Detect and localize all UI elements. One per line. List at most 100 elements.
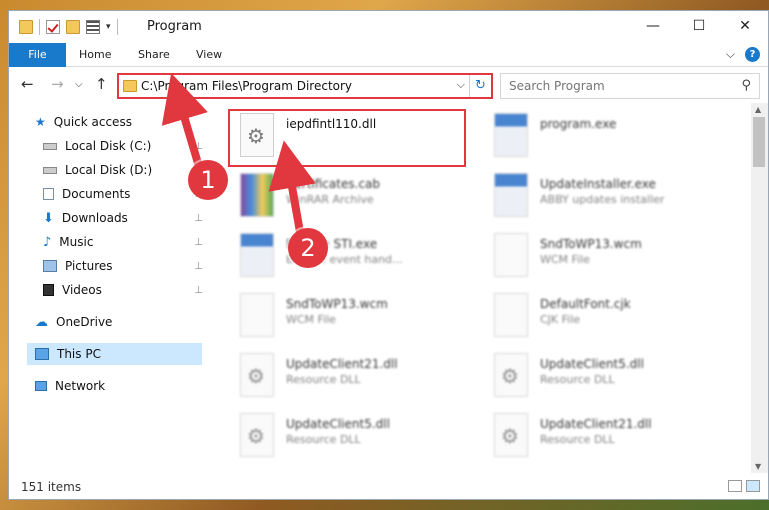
file-item[interactable]: UpdateInstaller.exe ABBY updates install… <box>482 169 722 221</box>
file-icon <box>494 233 528 277</box>
file-name: UpdateClient5.dll <box>286 417 390 431</box>
sidebar-item-downloads[interactable]: ⬇ Downloads ⊥ <box>43 207 205 229</box>
details-view-icon[interactable] <box>728 480 742 492</box>
pin-icon[interactable]: ⊥ <box>194 237 203 248</box>
scrollbar-thumb[interactable] <box>753 117 765 167</box>
file-type: ABBY updates installer <box>540 193 665 206</box>
minimize-button[interactable]: — <box>630 11 676 41</box>
sidebar-item-local-disk-d[interactable]: Local Disk (D:) ⊥ <box>43 159 205 181</box>
scroll-up-icon[interactable]: ▲ <box>755 105 761 114</box>
sidebar-item-label: Music <box>59 235 94 249</box>
rar-icon <box>240 173 274 217</box>
sidebar-item-label: Pictures <box>65 259 113 273</box>
documents-icon <box>43 188 54 200</box>
folder-icon <box>19 20 33 34</box>
properties-check-icon[interactable] <box>46 20 60 34</box>
tab-home[interactable]: Home <box>79 43 111 67</box>
qat-dropdown-icon[interactable]: ▾ <box>106 22 111 32</box>
file-item[interactable]: UpdateClient5.dll Resource DLL <box>482 349 722 401</box>
vertical-scrollbar[interactable]: ▲ ▼ <box>751 103 768 473</box>
search-input[interactable] <box>501 74 721 98</box>
maximize-button[interactable]: ☐ <box>676 11 722 41</box>
file-type: WinRAR Archive <box>286 193 374 206</box>
file-type: WCM File <box>540 253 590 266</box>
exe-icon <box>494 113 528 157</box>
sidebar-item-label: This PC <box>57 347 101 361</box>
pc-icon <box>35 348 49 360</box>
sidebar-item-quick-access[interactable]: ★ Quick access <box>35 111 205 133</box>
tab-file[interactable]: File <box>9 43 66 67</box>
file-name: UpdateClient5.dll <box>540 357 644 371</box>
search-icon[interactable]: ⚲ <box>741 78 751 93</box>
sidebar-item-label: Local Disk (D:) <box>65 163 153 177</box>
file-type: Resource DLL <box>286 373 361 386</box>
star-icon: ★ <box>35 115 46 129</box>
music-icon: ♪ <box>43 234 52 250</box>
close-button[interactable]: ✕ <box>722 11 768 41</box>
quick-access-toolbar: ▾ <box>19 19 118 35</box>
sidebar-item-pictures[interactable]: Pictures ⊥ <box>43 255 205 277</box>
address-path[interactable]: C:\Program Files\Program Directory <box>141 79 352 93</box>
sidebar-item-local-disk-c[interactable]: Local Disk (C:) ⊥ <box>43 135 205 157</box>
onedrive-icon: ☁ <box>35 314 48 330</box>
network-icon <box>35 381 47 391</box>
ribbon-right-controls: ⌵ ? <box>726 47 760 62</box>
file-icon <box>240 293 274 337</box>
file-type: Resource DLL <box>540 433 615 446</box>
search-box[interactable]: ⚲ <box>500 73 760 99</box>
file-type: Resource DLL <box>540 373 615 386</box>
pin-icon[interactable]: ⊥ <box>194 213 203 224</box>
dll-icon <box>240 353 274 397</box>
videos-icon <box>43 284 54 296</box>
file-item[interactable]: program.exe <box>482 109 722 161</box>
refresh-icon[interactable]: ↻ <box>469 75 491 97</box>
target-file-highlight <box>228 109 466 167</box>
file-item[interactable]: SndToWP13.wcm WCM File <box>482 229 722 281</box>
file-item[interactable]: UpdateClient5.dll Resource DLL <box>228 409 468 461</box>
tab-view[interactable]: View <box>196 43 222 67</box>
file-item[interactable]: SndToWP13.wcm WCM File <box>228 289 468 341</box>
sidebar-item-network[interactable]: Network <box>35 375 205 397</box>
view-switcher <box>728 480 760 492</box>
scroll-down-icon[interactable]: ▼ <box>755 462 761 471</box>
sidebar-item-videos[interactable]: Videos ⊥ <box>43 279 205 301</box>
up-arrow-icon[interactable]: ↑ <box>95 75 108 93</box>
navigation-bar: ← → ⌵ ↑ C:\Program Files\Program Directo… <box>9 69 768 101</box>
sidebar-item-onedrive[interactable]: ☁ OneDrive <box>35 311 205 333</box>
file-item[interactable]: UpdateClient21.dll Resource DLL <box>228 349 468 401</box>
large-icons-view-icon[interactable] <box>746 480 760 492</box>
file-item[interactable]: DefaultFont.cjk CJK File <box>482 289 722 341</box>
file-type: CJK File <box>540 313 581 326</box>
new-folder-icon[interactable] <box>66 20 80 34</box>
sidebar-item-music[interactable]: ♪ Music ⊥ <box>43 231 205 253</box>
pin-icon[interactable]: ⊥ <box>194 285 203 296</box>
drive-icon <box>43 166 57 174</box>
file-item[interactable]: UpdateClient21.dll Resource DLL <box>482 409 722 461</box>
sidebar-item-this-pc[interactable]: This PC <box>27 343 202 365</box>
dll-icon <box>240 413 274 457</box>
tab-share[interactable]: Share <box>138 43 170 67</box>
file-name: SndToWP13.wcm <box>540 237 642 251</box>
file-item[interactable]: Certificates.cab WinRAR Archive <box>228 169 468 221</box>
sidebar-item-label: Network <box>55 379 106 393</box>
customize-toolbar-icon[interactable] <box>86 20 100 34</box>
caption-buttons: — ☐ ✕ <box>630 11 768 41</box>
sidebar-item-documents[interactable]: Documents ⊥ <box>43 183 205 205</box>
exe-icon <box>240 233 274 277</box>
expand-ribbon-icon[interactable]: ⌵ <box>726 47 735 62</box>
dll-icon <box>494 413 528 457</box>
drive-icon <box>43 142 57 150</box>
address-dropdown-icon[interactable]: ⌵ <box>457 78 465 92</box>
sidebar-item-label: Quick access <box>53 115 132 129</box>
pin-icon[interactable]: ⊥ <box>194 261 203 272</box>
help-icon[interactable]: ? <box>745 47 760 62</box>
back-arrow-icon[interactable]: ← <box>21 75 34 93</box>
recent-locations-icon[interactable]: ⌵ <box>75 79 83 90</box>
exe-icon <box>494 173 528 217</box>
address-bar[interactable]: C:\Program Files\Program Directory ⌵ ↻ <box>117 73 493 99</box>
forward-arrow-icon[interactable]: → <box>51 75 64 93</box>
pin-icon[interactable]: ⊥ <box>194 141 203 152</box>
file-item[interactable]: Browse STI.exe Browse event hand... <box>228 229 468 281</box>
downloads-icon: ⬇ <box>43 210 54 226</box>
file-name: SndToWP13.wcm <box>286 297 388 311</box>
